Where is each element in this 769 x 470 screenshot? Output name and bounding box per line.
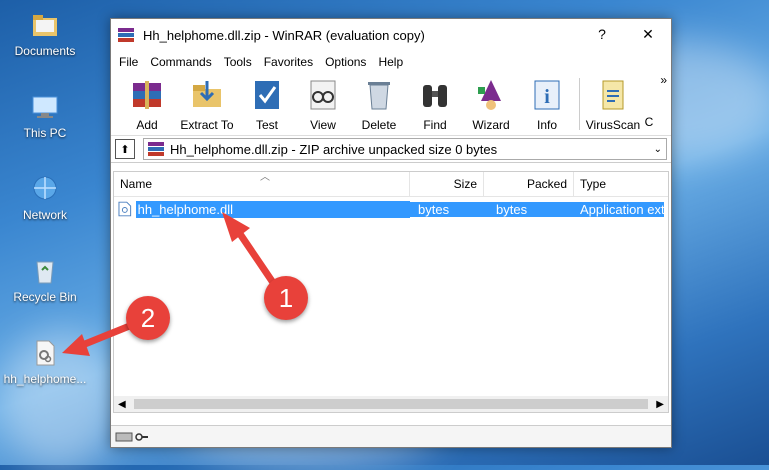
step-2-badge: 2 [126, 296, 170, 340]
arrow-1-icon [222, 212, 282, 294]
arrow-2-icon [62, 321, 136, 356]
step-1-badge: 1 [264, 276, 308, 320]
annotation-arrows [62, 212, 282, 356]
